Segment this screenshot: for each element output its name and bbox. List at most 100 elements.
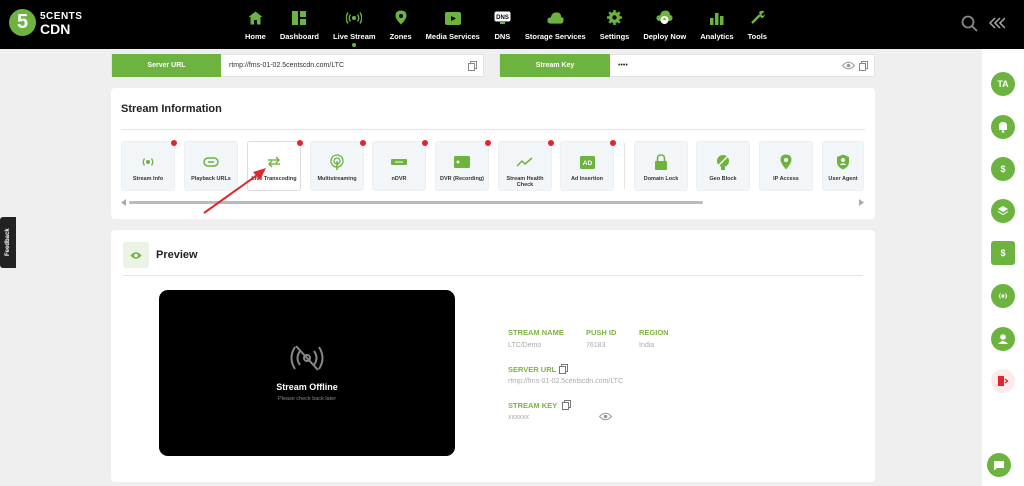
tile-label: Geo Block [709,176,737,182]
live-stream-icon [346,9,363,26]
tile-domain-lock[interactable]: Domain Lock [634,141,688,191]
notification-dot [422,140,428,146]
video-player[interactable]: Stream Offline Please check back later [159,290,455,456]
tile-multistreaming[interactable]: Multistreaming [310,140,366,191]
dollar-icon[interactable]: $ [991,157,1015,181]
settings-icon [606,9,623,26]
storage-icon [547,9,564,26]
tile-user-agent[interactable]: User Agent [822,141,864,191]
active-indicator [352,43,357,47]
nav-label: Storage Services [524,32,586,41]
avatar[interactable]: TA [991,72,1015,96]
server-url-value[interactable]: rtmp://fms-01-02.5centscdn.com/LTC [221,62,468,69]
server-url-box: Server URL rtmp://fms-01-02.5centscdn.co… [111,54,484,77]
notification-dot [297,140,303,146]
divider [121,129,865,130]
nav-analytics[interactable]: Analytics [700,0,734,49]
nav-deploy-now[interactable]: Deploy Now [643,0,686,49]
nav-label: Zones [389,32,412,41]
bell-icon[interactable] [991,115,1015,139]
logo-text-bottom: CDN [40,20,71,37]
push-id-value: 76183 [586,342,606,349]
stream-health-check-icon [517,154,533,170]
annotation-arrow-icon [203,168,266,214]
nav-label: Settings [599,32,630,41]
nav-zones[interactable]: Zones [390,0,412,49]
search-icon[interactable] [961,15,978,32]
stream-key-info-label: STREAM KEY [508,401,558,410]
notification-dot [485,140,491,146]
nav-tools[interactable]: Tools [748,0,767,49]
feedback-tab[interactable]: Feedback [0,217,16,268]
stream-key-info-value: xxxxxx [508,414,529,421]
top-navbar: 5 5CENTS CDN Home Dashboard Live Stream Zon… [0,0,1024,49]
stream-offline-subtitle: Please check back later [277,396,337,402]
nav-label: DNS [494,32,511,41]
domain-lock-icon [653,154,669,170]
eye-icon[interactable] [842,61,855,70]
tile-ad-insertion[interactable]: AD Ad Insertion [560,140,616,191]
eye-icon[interactable] [599,412,612,421]
push-id-label: PUSH ID [586,328,617,337]
nav-storage-services[interactable]: Storage Services [525,0,586,49]
nav-label: Media Services [425,32,480,41]
support-icon[interactable] [991,327,1015,351]
tools-icon [749,9,766,26]
stream-key-value[interactable]: •••• [610,62,842,69]
stream-offline-icon [290,345,324,371]
nav-dns[interactable]: DNS DNS [494,0,511,49]
nav-label: Dashboard [279,32,320,41]
tile-label: nDVR [391,176,407,182]
copy-icon[interactable] [859,60,868,71]
nav-live-stream[interactable]: Live Stream [333,0,376,49]
zones-icon [392,9,409,26]
tile-divider [624,143,625,189]
logout-icon[interactable] [991,369,1015,393]
tile-label: Stream Health Check [506,176,544,188]
tile-ndvr[interactable]: nDVR [372,140,428,191]
ip-access-icon [778,154,794,170]
ad-insertion-icon: AD [579,154,595,170]
tile-ip-access[interactable]: IP Access [759,141,813,191]
scroll-right-icon[interactable] [859,199,865,206]
layers-icon[interactable] [991,199,1015,223]
copy-icon[interactable] [559,364,568,374]
dns-icon: DNS [494,9,511,26]
main-nav: Home Dashboard Live Stream Zones Media Servi… [245,0,781,49]
nav-dashboard[interactable]: Dashboard [280,0,319,49]
server-url-info-value: rtmp://fms-01-02.5centscdn.com/LTC [508,378,624,385]
geo-block-icon [715,154,731,170]
stream-key-box: Stream Key •••• [499,54,875,77]
logo-badge: 5 [9,9,36,36]
user-agent-icon [835,154,851,170]
tile-stream-info[interactable]: Stream Info [121,140,177,191]
nav-settings[interactable]: Settings [599,0,630,49]
copy-icon[interactable] [562,400,571,410]
ndvr-icon [391,154,407,170]
tile-dvr-recording[interactable]: DVR (Recording) [435,140,491,191]
collapse-icon[interactable] [989,17,1005,29]
analytics-icon [708,9,725,26]
nav-media-services[interactable]: Media Services [426,0,480,49]
tile-label: User Agent [828,176,858,182]
stream-offline-title: Stream Offline [276,382,338,392]
chat-icon[interactable] [987,453,1011,477]
preview-title: Preview [156,249,198,261]
tile-stream-health-check[interactable]: Stream Health Check [498,140,554,191]
billing-icon[interactable]: $ [991,241,1015,265]
scroll-left-icon[interactable] [121,199,127,206]
copy-icon[interactable] [468,60,477,71]
nav-label: Live Stream [333,32,376,41]
eye-icon [123,242,149,268]
tile-geo-block[interactable]: Geo Block [696,141,750,191]
tile-label: Ad Insertion [570,176,604,182]
live-icon[interactable] [991,284,1015,308]
logo[interactable]: 5 5CENTS CDN [9,9,82,36]
notification-dot [360,140,366,146]
region-value: India [639,342,655,349]
server-url-label: Server URL [112,54,221,77]
nav-home[interactable]: Home [245,0,266,49]
deploy-icon [656,9,673,26]
stream-name-value: LTC/Demo [508,342,542,349]
svg-text:AD: AD [582,160,592,167]
